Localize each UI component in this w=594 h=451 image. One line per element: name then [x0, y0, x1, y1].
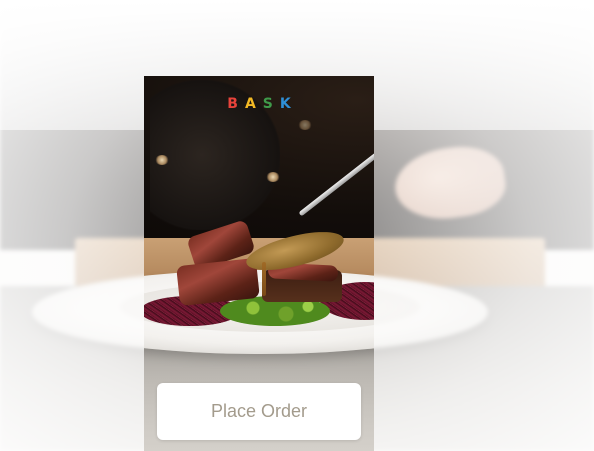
logo-letter: S: [262, 96, 280, 112]
place-order-button[interactable]: Place Order: [157, 383, 361, 440]
app-stage: BASK Place Order: [0, 0, 594, 451]
logo-letter: K: [279, 96, 298, 112]
logo-letter: B: [227, 96, 245, 112]
logo-letter: A: [244, 96, 263, 112]
bask-logo: BASK: [144, 96, 374, 112]
phone-screen: BASK Place Order: [144, 76, 374, 451]
